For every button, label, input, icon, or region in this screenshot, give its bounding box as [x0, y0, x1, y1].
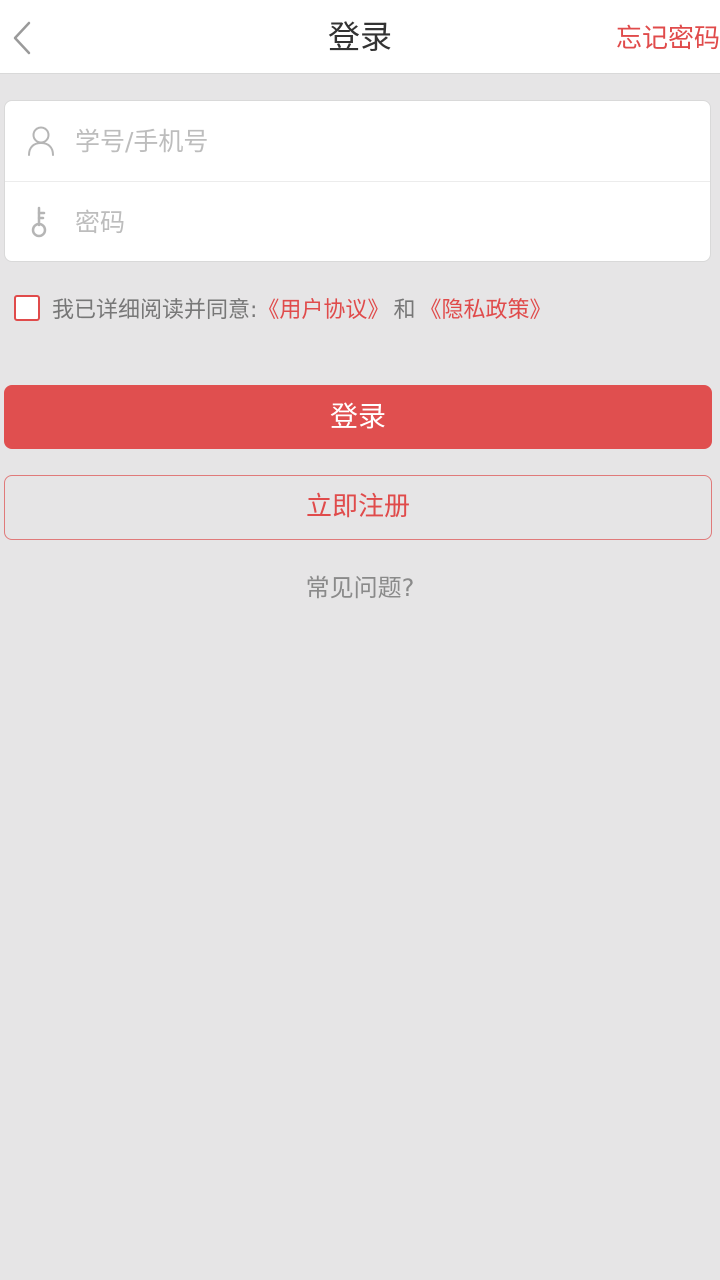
key-icon [5, 182, 75, 261]
agreement-checkbox[interactable] [14, 295, 40, 321]
page-title: 登录 [327, 18, 392, 56]
agreement-prefix: 我已详细阅读并同意: [52, 298, 258, 323]
forgot-password-link[interactable]: 忘记密码 [616, 0, 720, 74]
register-button[interactable]: 立即注册 [4, 475, 712, 540]
password-row [5, 182, 710, 261]
nav-bar: 登录 忘记密码 [0, 0, 720, 74]
privacy-policy-link[interactable]: 《隐私政策》 [419, 292, 551, 324]
agreement-row: 我已详细阅读并同意: 《用户协议》 和 《隐私政策》 [14, 292, 551, 324]
password-input[interactable] [75, 192, 710, 252]
account-row [5, 101, 710, 182]
login-button[interactable]: 登录 [4, 385, 712, 449]
user-icon [5, 101, 75, 181]
user-agreement-link[interactable]: 《用户协议》 [257, 292, 389, 324]
account-input[interactable] [75, 111, 710, 171]
chevron-left-icon [13, 21, 31, 55]
agreement-conjunction: 和 [393, 298, 416, 323]
back-button[interactable] [4, 14, 40, 62]
login-form [4, 100, 711, 262]
faq-link[interactable]: 常见问题? [0, 568, 720, 603]
